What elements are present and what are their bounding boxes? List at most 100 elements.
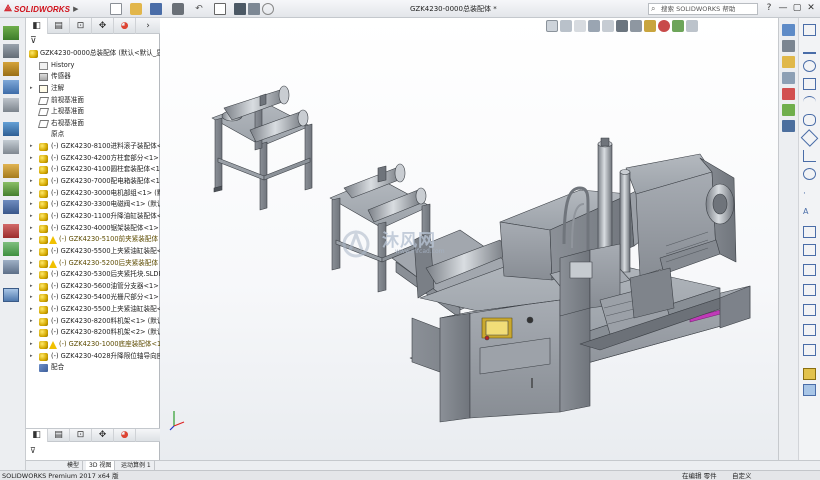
custom-properties-icon[interactable] (782, 104, 795, 116)
smart-dimension-icon[interactable] (803, 368, 816, 380)
sketch-icon[interactable] (803, 24, 816, 36)
print-icon[interactable] (172, 3, 184, 15)
ellipse-icon[interactable] (803, 168, 816, 180)
move-component-icon[interactable] (3, 122, 19, 136)
smart-fasteners-icon[interactable] (3, 98, 19, 112)
expand-arrow-icon[interactable]: ▸ (30, 292, 33, 304)
appearances-icon[interactable] (782, 88, 795, 100)
expand-sketch-toolbar-icon[interactable] (803, 384, 816, 396)
new-document-icon[interactable] (110, 3, 122, 15)
select-arrow-icon[interactable] (214, 3, 226, 15)
new-motion-study-icon[interactable] (3, 200, 19, 214)
exploded-view-icon[interactable] (3, 242, 19, 256)
save-icon[interactable] (150, 3, 162, 15)
tab-motion-study[interactable]: 运动算例 1 (118, 461, 155, 470)
tree-item[interactable]: ▸ (-) GZK4230-5100前夹紧装配体 < (26, 234, 160, 246)
expand-toolbar-icon[interactable] (3, 288, 19, 302)
tree-item[interactable]: ▸ (-) GZK4230-4000锯架装配体<1> (默 (26, 223, 160, 235)
secondary-configuration-tab[interactable]: ⊡ (70, 429, 92, 442)
design-library-icon[interactable] (782, 40, 795, 52)
graphics-viewport[interactable]: 沐风网 www.mfcad.com (160, 18, 778, 460)
instant3d-icon[interactable] (3, 260, 19, 274)
options-gear-icon[interactable] (262, 3, 274, 15)
tree-item[interactable]: ▸ (-) GZK4230-8200料机架<2> (默认< (26, 327, 160, 339)
tab-model[interactable]: 模型 (64, 461, 84, 470)
tree-item[interactable]: ▸ (-) GZK4230-4028升降限位轴导向座 (26, 351, 160, 363)
expand-arrow-icon[interactable]: ▸ (30, 304, 33, 316)
mirror-icon[interactable] (803, 226, 816, 238)
search-input[interactable]: ⌕ 搜索 SOLIDWORKS 帮助 (648, 3, 758, 15)
expand-arrow-icon[interactable]: ▸ (30, 199, 33, 211)
expand-arrow-icon[interactable]: ▸ (30, 223, 33, 235)
maximize-button[interactable]: ▢ (790, 2, 804, 16)
expand-arrow-icon[interactable]: ▸ (30, 211, 33, 223)
assembly-tool-icon[interactable] (3, 26, 19, 40)
configuration-manager-tab[interactable]: ⊡ (70, 18, 92, 34)
tree-item[interactable]: ▸ 注解 (26, 83, 160, 95)
tree-item[interactable]: ▸ (-) GZK4230-3000电机部组<1> (默认 (26, 188, 160, 200)
secondary-dimxpert-tab[interactable]: ✥ (92, 429, 114, 442)
secondary-display-tab[interactable]: ◕ (114, 429, 136, 442)
solidworks-logo[interactable]: ⟁ SOLIDWORKS ▶ (2, 3, 79, 15)
point-icon[interactable]: · (803, 188, 816, 200)
feature-manager-tab[interactable]: ◧ (26, 18, 48, 34)
expand-arrow-icon[interactable]: ▸ (30, 327, 33, 339)
linear-pattern-icon[interactable] (3, 80, 19, 94)
arc-icon[interactable] (803, 96, 816, 108)
help-button[interactable]: ? (762, 2, 776, 16)
filter-icon[interactable]: ⊽ (30, 36, 37, 46)
expand-arrow-icon[interactable]: ▸ (30, 246, 33, 258)
secondary-feature-tab[interactable]: ◧ (26, 429, 48, 442)
convert-entities-icon[interactable] (803, 284, 816, 296)
relations-icon[interactable] (803, 344, 816, 356)
tree-item[interactable]: 前视基准面 (26, 95, 160, 107)
spline-icon[interactable] (803, 150, 816, 162)
secondary-property-tab[interactable]: ▤ (48, 429, 70, 442)
expand-arrow-icon[interactable]: ▸ (30, 269, 33, 281)
tree-root[interactable]: GZK4230-0000总装配体 (默认<默认_显示 (26, 48, 160, 60)
solidworks-resources-icon[interactable] (782, 24, 795, 36)
expand-arrow-icon[interactable]: ▸ (30, 164, 33, 176)
tree-item[interactable]: History (26, 60, 160, 72)
file-properties-icon[interactable] (248, 3, 260, 15)
tree-item[interactable]: ▸ (-) GZK4230-5600油管分支器<1> (默 (26, 281, 160, 293)
file-explorer-icon[interactable] (782, 56, 795, 68)
menu-arrow-icon[interactable]: ▶ (73, 5, 78, 13)
polygon-icon[interactable] (800, 129, 819, 147)
rebuild-icon[interactable] (234, 3, 246, 15)
line-icon[interactable] (803, 42, 816, 54)
show-hidden-icon[interactable] (3, 140, 19, 154)
tree-item[interactable]: ▸ (-) GZK4230-5300后夹紧托块.SLDPRT (26, 269, 160, 281)
expand-arrow-icon[interactable]: ▸ (30, 339, 33, 351)
tree-item[interactable]: ▸ (-) GZK4230-5200后夹紧装配体 (26, 258, 160, 270)
text-icon[interactable]: A (803, 206, 816, 218)
close-button[interactable]: ✕ (804, 2, 818, 16)
tree-item[interactable]: 上视基准面 (26, 106, 160, 118)
expand-arrow-icon[interactable]: ▸ (30, 281, 33, 293)
property-manager-tab[interactable]: ▤ (48, 18, 70, 34)
tree-item[interactable]: ▸ (-) GZK4230-1000底座装配体<1 (26, 339, 160, 351)
expand-arrow-icon[interactable]: ▸ (30, 316, 33, 328)
mate-icon[interactable] (3, 62, 19, 76)
offset-icon[interactable] (803, 244, 816, 256)
move-entities-icon[interactable] (803, 324, 816, 336)
expand-arrow-icon[interactable]: ▸ (30, 176, 33, 188)
dimxpert-manager-tab[interactable]: ✥ (92, 18, 114, 34)
tab-3d-view[interactable]: 3D 视图 (86, 461, 116, 470)
tree-item[interactable]: ▸ (-) GZK4230-4200方柱套部分<1> (默 (26, 153, 160, 165)
view-palette-icon[interactable] (782, 72, 795, 84)
circle-icon[interactable] (803, 60, 816, 72)
display-manager-tab[interactable]: ◕ (114, 18, 136, 34)
tree-item[interactable]: ▸ (-) GZK4230-8200料机架<1> (默认< (26, 316, 160, 328)
trim-icon[interactable] (803, 264, 816, 276)
tree-item[interactable]: ▸ (-) GZK4230-8100进料滚子装配体<1> (26, 141, 160, 153)
tree-item[interactable]: ▸ (-) GZK4230-4100圆柱套装配体<1> (26, 164, 160, 176)
expand-arrow-icon[interactable]: ▸ (30, 234, 33, 246)
expand-arrow-icon[interactable]: ▸ (30, 351, 33, 363)
tree-item[interactable]: ▸ (-) GZK4230-5400光栅尺部分<1> (默 (26, 292, 160, 304)
linear-sketch-pattern-icon[interactable] (803, 304, 816, 316)
rectangle-icon[interactable] (803, 78, 816, 90)
assembly-features-icon[interactable] (3, 164, 19, 178)
forum-icon[interactable] (782, 120, 795, 132)
tree-item[interactable]: ▸ (-) GZK4230-5500上夹紧油缸装配<1 (26, 246, 160, 258)
